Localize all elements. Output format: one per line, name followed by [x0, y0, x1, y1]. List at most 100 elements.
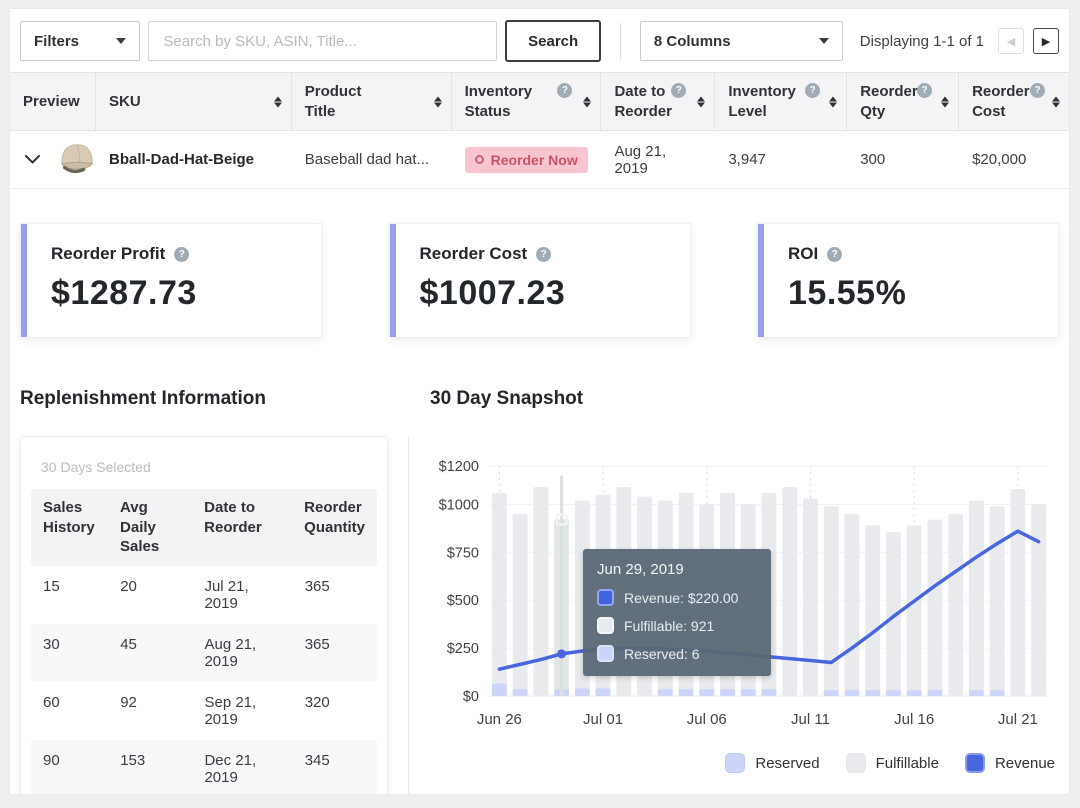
help-icon[interactable]: ?	[917, 83, 933, 98]
preview-cell	[10, 138, 96, 182]
sku-value: Bball-Dad-Hat-Beige	[109, 151, 255, 168]
reorder-qty-value: 300	[860, 151, 886, 168]
card-value: $1287.73	[51, 274, 197, 312]
snapshot-section: $0 $250 $500 $750 $1000 $1200 Jun 26 Jul 01 Jul …	[408, 436, 1061, 794]
help-icon[interactable]: ?	[671, 83, 687, 98]
filters-label: Filters	[34, 32, 80, 50]
table-row[interactable]: Bball-Dad-Hat-Beige Baseball dad hat... …	[10, 131, 1069, 189]
prev-page-button[interactable]: ◀	[998, 28, 1024, 54]
svg-text:$0: $0	[463, 689, 479, 705]
svg-text:Jun 26: Jun 26	[477, 711, 522, 728]
revenue-swatch-icon	[597, 589, 614, 606]
column-header-inventory-status: Inventory Status ?	[452, 73, 602, 130]
sort-control[interactable]	[829, 96, 838, 107]
toolbar-divider	[619, 23, 621, 59]
card-value: $1007.23	[419, 274, 566, 312]
sort-control[interactable]	[1052, 96, 1060, 107]
svg-text:$500: $500	[447, 593, 479, 609]
table-row[interactable]: 90 153 Dec 21, 2019 345	[31, 739, 377, 794]
snapshot-chart[interactable]: $0 $250 $500 $750 $1000 $1200 Jun 26 Jul 01 Jul …	[431, 452, 1061, 773]
column-header-sku: SKU	[96, 73, 292, 130]
metric-cards: Reorder Profit ? $1287.73 Reorder Cost ?…	[10, 189, 1069, 338]
svg-text:$750: $750	[447, 545, 479, 561]
period-selected-label: 30 Days Selected	[41, 459, 151, 475]
fulfillable-swatch-icon	[845, 753, 866, 773]
status-badge: Reorder Now	[464, 146, 588, 173]
help-icon[interactable]: ?	[1030, 83, 1045, 98]
status-ring-icon	[474, 155, 484, 164]
svg-text:Jul 06: Jul 06	[687, 711, 727, 728]
card-value: 15.55%	[788, 274, 907, 312]
help-icon[interactable]: ?	[557, 83, 573, 98]
sort-control[interactable]	[697, 96, 706, 107]
card-label: Reorder Profit	[51, 244, 166, 263]
card-label: Reorder Cost	[419, 244, 528, 263]
product-image	[54, 138, 100, 182]
reorder-profit-card: Reorder Profit ? $1287.73	[20, 223, 322, 338]
reserved-swatch-icon	[597, 645, 614, 662]
card-accent-bar	[758, 224, 764, 337]
roi-card: ROI ? 15.55%	[757, 223, 1059, 338]
inventory-level-value: 3,947	[728, 151, 766, 168]
column-header-preview: Preview	[10, 73, 96, 130]
product-title-value: Baseball dad hat...	[304, 151, 430, 168]
snapshot-heading: 30 Day Snapshot	[430, 388, 584, 409]
legend-item-fulfillable: Fulfillable	[845, 753, 939, 773]
legend-item-reserved: Reserved	[725, 753, 820, 773]
pager: ◀ ▶	[998, 28, 1059, 54]
column-header-date-to-reorder: Date to Reorder ?	[601, 73, 716, 130]
next-page-button[interactable]: ▶	[1033, 28, 1059, 54]
svg-text:$250: $250	[447, 641, 479, 657]
product-table-header: Preview SKU Product Title Inventory Stat…	[10, 72, 1069, 131]
reserved-swatch-icon	[725, 753, 746, 773]
sort-control[interactable]	[433, 96, 442, 107]
svg-text:$1000: $1000	[439, 497, 479, 513]
card-accent-bar	[21, 224, 27, 337]
columns-dropdown[interactable]: 8 Columns	[639, 21, 843, 61]
tooltip-date: Jun 29, 2019	[597, 561, 684, 578]
replenishment-heading: Replenishment Information	[20, 388, 266, 409]
column-header-reorder-cost: Reorder Cost ?	[959, 73, 1069, 130]
table-row[interactable]: 30 45 Aug 21, 2019 365	[31, 623, 377, 682]
replenishment-section: 30 Days Selected Sales History Avg Daily…	[20, 436, 408, 794]
table-row[interactable]: 60 92 Sep 21, 2019 320	[31, 682, 377, 740]
tooltip-row-revenue: Revenue: $220.00	[597, 589, 757, 606]
legend-item-revenue: Revenue	[964, 753, 1055, 773]
filters-dropdown[interactable]: Filters	[20, 21, 141, 61]
help-icon[interactable]: ?	[805, 83, 821, 98]
column-header-inventory-level: Inventory Level ?	[715, 73, 848, 130]
search-input[interactable]	[148, 21, 498, 61]
reorder-cost-value: $20,000	[972, 151, 1027, 168]
replenishment-card: 30 Days Selected Sales History Avg Daily…	[20, 436, 388, 794]
svg-text:Jul 16: Jul 16	[894, 711, 934, 728]
inventory-status-cell: Reorder Now	[452, 146, 602, 173]
pagination-status: Displaying 1-1 of 1	[859, 32, 984, 50]
chart-tooltip: Jun 29, 2019 Revenue: $220.00 Fulfillabl…	[583, 549, 771, 676]
reorder-cost-card: Reorder Cost ? $1007.23	[388, 223, 691, 338]
chart-legend: Reserved Fulfillable Revenue	[431, 753, 1061, 773]
chevron-down-icon	[116, 38, 127, 44]
chevron-down-icon	[818, 38, 829, 44]
svg-text:$1200: $1200	[439, 459, 479, 475]
svg-text:Jul 11: Jul 11	[791, 711, 830, 728]
table-row[interactable]: 15 20 Jul 21, 2019 365	[31, 566, 377, 624]
revenue-swatch-icon	[964, 753, 985, 773]
tooltip-row-reserved: Reserved: 6	[597, 645, 757, 662]
dashboard-panel: Filters Search 8 Columns Displaying 1-1 …	[9, 8, 1070, 795]
sort-control[interactable]	[273, 96, 282, 107]
column-header-product-title: Product Title	[292, 73, 452, 130]
sort-control[interactable]	[583, 96, 592, 107]
help-icon[interactable]: ?	[536, 246, 552, 262]
card-label: ROI	[788, 244, 819, 263]
tooltip-row-fulfillable: Fulfillable: 921	[597, 617, 757, 634]
collapse-chevron-icon[interactable]	[25, 155, 40, 164]
toolbar: Filters Search 8 Columns Displaying 1-1 …	[10, 9, 1069, 72]
replenishment-table-header: Sales History Avg Daily Sales Date to Re…	[31, 489, 377, 566]
svg-text:Jul 01: Jul 01	[583, 711, 623, 728]
card-accent-bar	[389, 224, 396, 337]
search-button[interactable]: Search	[505, 20, 601, 62]
help-icon[interactable]: ?	[174, 246, 190, 262]
help-icon[interactable]: ?	[827, 246, 843, 262]
fulfillable-swatch-icon	[597, 617, 614, 634]
sort-control[interactable]	[941, 96, 950, 107]
